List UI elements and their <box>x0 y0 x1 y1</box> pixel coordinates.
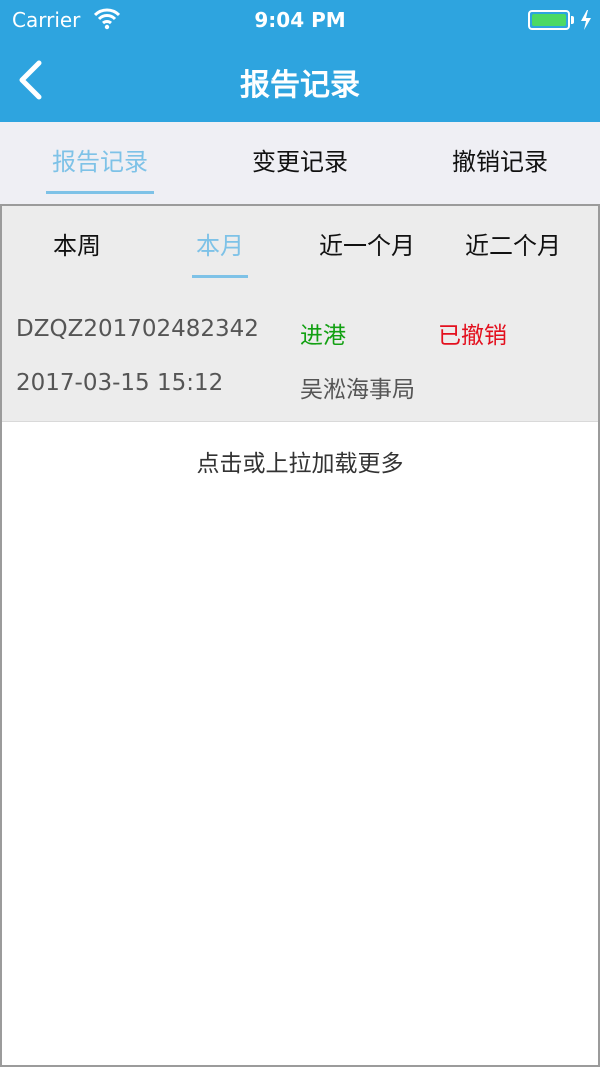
record-status: 已撤销 <box>438 323 507 349</box>
tab-label: 报告记录 <box>52 148 148 176</box>
record-datetime: 2017-03-15 15:12 <box>16 370 224 396</box>
records-panel: 本周 本月 近一个月 近二个月 DZQZ201702482342 进港 已撤销 … <box>0 204 600 1067</box>
battery-level <box>532 14 566 26</box>
status-time: 9:04 PM <box>254 8 346 32</box>
period-tab-last-month[interactable]: 近一个月 <box>312 206 422 290</box>
record-type: 进港 <box>300 323 346 349</box>
period-tab-this-month[interactable]: 本月 <box>192 206 248 290</box>
load-more-button[interactable]: 点击或上拉加载更多 <box>2 422 598 506</box>
battery-icon <box>528 10 570 30</box>
period-tab-label: 本周 <box>53 232 101 260</box>
active-period-indicator <box>192 275 248 278</box>
period-tab-label: 本月 <box>196 232 244 260</box>
tab-report-records[interactable]: 报告记录 <box>0 122 200 204</box>
tab-cancel-records[interactable]: 撤销记录 <box>400 122 600 204</box>
record-id: DZQZ201702482342 <box>16 316 259 342</box>
tab-label: 变更记录 <box>252 148 348 176</box>
period-filter-bar: 本周 本月 近一个月 近二个月 <box>2 206 598 290</box>
battery-tip <box>571 16 574 24</box>
tab-change-records[interactable]: 变更记录 <box>200 122 400 204</box>
app-header: Carrier 9:04 PM 报告记录 <box>0 0 600 122</box>
period-tab-label: 近一个月 <box>319 232 415 260</box>
nav-bar: 报告记录 <box>0 40 600 122</box>
page-title: 报告记录 <box>240 68 360 103</box>
active-tab-indicator <box>46 191 154 194</box>
record-authority: 吴淞海事局 <box>300 377 415 403</box>
record-list-item[interactable]: DZQZ201702482342 进港 已撤销 2017-03-15 15:12… <box>2 290 598 422</box>
tab-label: 撤销记录 <box>452 148 548 176</box>
main-tab-bar: 报告记录 变更记录 撤销记录 <box>0 122 600 204</box>
period-tab-this-week[interactable]: 本周 <box>48 206 106 290</box>
bolt-icon <box>581 10 591 30</box>
period-tab-last-two-months[interactable]: 近二个月 <box>458 206 568 290</box>
status-bar: Carrier 9:04 PM <box>0 0 600 40</box>
period-tab-label: 近二个月 <box>465 232 561 260</box>
